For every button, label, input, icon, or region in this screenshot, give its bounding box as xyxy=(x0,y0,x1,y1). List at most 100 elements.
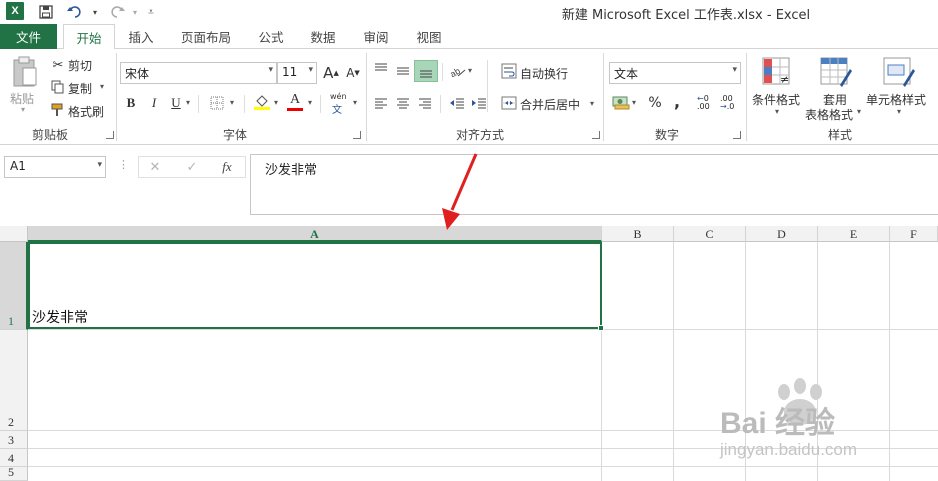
format-as-table-icon xyxy=(820,57,852,87)
cut-button[interactable]: 剪切 xyxy=(68,57,92,74)
group-separator xyxy=(116,53,117,141)
underline-dropdown-icon[interactable]: ▾ xyxy=(186,98,190,107)
font-color-swatch xyxy=(287,108,303,111)
copy-button[interactable]: 复制 xyxy=(68,80,92,97)
align-top-button[interactable] xyxy=(372,60,390,78)
phonetic-icon: wén xyxy=(330,92,347,101)
save-icon[interactable] xyxy=(37,3,55,21)
font-color-button[interactable]: A xyxy=(287,92,303,112)
font-launcher-icon[interactable] xyxy=(353,131,361,139)
column-header-e[interactable]: E xyxy=(818,226,890,242)
row-header-1[interactable]: 1 xyxy=(0,242,28,330)
name-box[interactable]: A1 ▾ xyxy=(4,156,106,178)
formula-bar-grip-icon[interactable]: ⋮ xyxy=(118,158,129,171)
format-as-table-button[interactable]: 套用 表格格式 ▾ xyxy=(805,55,865,123)
number-format-combo[interactable]: 文本 ▾ xyxy=(609,62,741,84)
enter-button[interactable]: ✓ xyxy=(183,158,201,176)
underline-button[interactable]: U xyxy=(167,94,185,112)
cut-icon: ✂ xyxy=(52,57,64,73)
grow-font-icon: A xyxy=(323,64,334,82)
tab-review[interactable]: 审阅 xyxy=(355,24,397,49)
align-bottom-button[interactable] xyxy=(414,60,438,82)
fill-color-icon xyxy=(254,95,270,110)
accounting-format-button[interactable] xyxy=(612,93,630,111)
tab-file[interactable]: 文件 xyxy=(0,24,57,49)
merge-dropdown-icon[interactable]: ▾ xyxy=(590,99,594,108)
format-painter-icon xyxy=(49,101,67,119)
paste-button[interactable]: 粘贴 ▾ xyxy=(8,56,42,114)
align-middle-button[interactable] xyxy=(394,62,412,80)
fill-handle[interactable] xyxy=(598,325,604,331)
wrap-text-button[interactable]: 自动换行 xyxy=(520,65,568,82)
italic-button[interactable]: I xyxy=(145,94,163,112)
percent-button[interactable]: % xyxy=(646,94,664,112)
align-left-button[interactable] xyxy=(372,94,390,112)
gridline xyxy=(889,242,890,481)
row-header-3[interactable]: 3 xyxy=(0,431,28,449)
insert-function-button[interactable]: fx xyxy=(218,158,236,176)
comma-button[interactable]: , xyxy=(668,92,686,111)
align-right-button[interactable] xyxy=(416,94,434,112)
increase-indent-icon xyxy=(472,98,486,109)
conditional-format-button[interactable]: ≠ 条件格式 ▾ xyxy=(750,55,805,123)
alignment-launcher-icon[interactable] xyxy=(592,131,600,139)
font-name-combo[interactable]: 宋体 ▾ xyxy=(120,62,277,84)
cancel-entry-button[interactable]: ✕ xyxy=(146,158,164,176)
cell-a1[interactable]: 沙发非常 xyxy=(28,242,602,329)
cell-styles-button[interactable]: 单元格样式 ▾ xyxy=(865,55,933,123)
orientation-button[interactable]: ab xyxy=(449,62,467,80)
increase-decimal-button[interactable]: ←0.00 xyxy=(697,95,715,113)
select-all-button[interactable] xyxy=(0,226,28,242)
cell-styles-label: 单元格样式 xyxy=(866,93,927,107)
increase-indent-button[interactable] xyxy=(470,94,488,112)
bold-button[interactable]: B xyxy=(122,94,140,112)
tab-data[interactable]: 数据 xyxy=(302,24,344,49)
row-header-5[interactable]: 5 xyxy=(0,465,28,481)
clipboard-launcher-icon[interactable] xyxy=(106,131,114,139)
border-dropdown-icon[interactable]: ▾ xyxy=(230,98,234,107)
divider xyxy=(320,95,321,113)
align-center-button[interactable] xyxy=(394,94,412,112)
tab-insert[interactable]: 插入 xyxy=(120,24,162,49)
column-header-b[interactable]: B xyxy=(602,226,674,242)
name-box-value: A1 xyxy=(10,159,26,173)
copy-dropdown-icon[interactable]: ▾ xyxy=(100,82,104,91)
phonetic-dropdown-icon[interactable]: ▾ xyxy=(353,98,357,107)
tab-formulas[interactable]: 公式 xyxy=(250,24,292,49)
fill-color-button[interactable] xyxy=(253,93,271,111)
font-color-dropdown-icon[interactable]: ▾ xyxy=(308,98,312,107)
align-right-icon xyxy=(419,98,431,109)
formula-input[interactable]: 沙发非常 xyxy=(250,154,938,215)
tab-home[interactable]: 开始 xyxy=(63,24,115,50)
customize-qat-icon[interactable]: ⩡ xyxy=(142,3,160,21)
tab-page-layout[interactable]: 页面布局 xyxy=(172,24,240,49)
divider xyxy=(198,95,199,113)
accounting-dropdown-icon[interactable]: ▾ xyxy=(632,98,636,107)
format-painter-button[interactable]: 格式刷 xyxy=(68,103,104,120)
undo-dropdown-icon[interactable]: ▾ xyxy=(86,3,104,21)
clipboard-group-label: 剪贴板 xyxy=(31,128,68,142)
grow-font-button[interactable]: A ▲ xyxy=(322,64,340,82)
window-title: 新建 Microsoft Excel 工作表.xlsx - Excel xyxy=(561,8,811,23)
redo-icon[interactable] xyxy=(108,3,126,21)
row-header-2[interactable]: 2 xyxy=(0,330,28,431)
row-header-4[interactable]: 4 xyxy=(0,449,28,467)
column-header-d[interactable]: D xyxy=(746,226,818,242)
column-header-a[interactable]: A xyxy=(28,226,602,242)
number-launcher-icon[interactable] xyxy=(733,131,741,139)
divider xyxy=(440,95,441,113)
fill-color-dropdown-icon[interactable]: ▾ xyxy=(274,98,278,107)
column-header-f[interactable]: F xyxy=(890,226,938,242)
decrease-indent-button[interactable] xyxy=(448,94,466,112)
border-button[interactable] xyxy=(208,94,226,112)
chevron-down-icon: ▾ xyxy=(97,160,102,170)
merge-center-button[interactable]: 合并后居中 xyxy=(520,96,580,113)
tab-view[interactable]: 视图 xyxy=(408,24,450,49)
font-size-combo[interactable]: 11 ▾ xyxy=(277,62,317,84)
decrease-decimal-button[interactable]: .00 →.0 xyxy=(720,95,740,113)
shrink-font-button[interactable]: A ▼ xyxy=(344,64,362,82)
undo-icon[interactable] xyxy=(66,3,84,21)
orientation-dropdown-icon[interactable]: ▾ xyxy=(468,66,472,75)
divider xyxy=(442,63,443,81)
column-header-c[interactable]: C xyxy=(674,226,746,242)
